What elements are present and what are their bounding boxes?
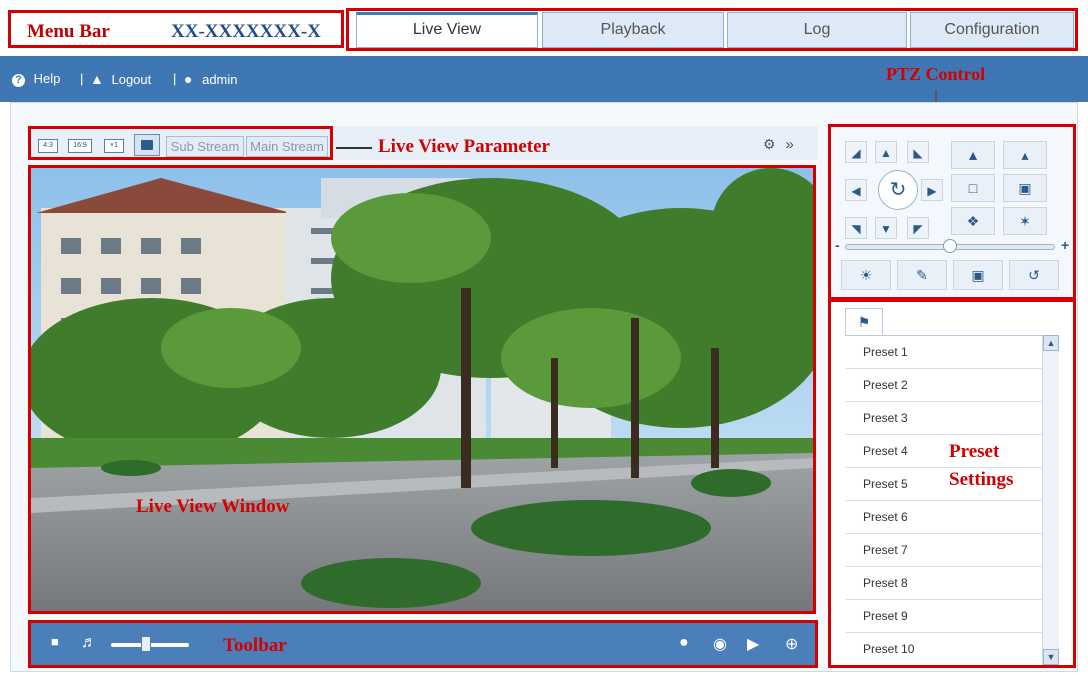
preset-settings-annotation: Preset Settings [949, 438, 1013, 494]
help-link[interactable]: ? Help [12, 71, 60, 87]
live-view-parameter-annotation: Live View Parameter [378, 136, 550, 157]
volume-slider-knob[interactable] [141, 636, 152, 652]
iris-open-button[interactable]: ❖ [951, 207, 995, 235]
preset-item[interactable]: Preset 3 [845, 402, 1059, 435]
scroll-down-icon[interactable]: ▼ [1043, 649, 1059, 665]
preset-item[interactable]: Preset 10 [845, 633, 1059, 665]
toolbar: ■ ♬ Toolbar ● ◉ ▶ ⊕ [28, 620, 818, 668]
live-view-parameter-line [336, 147, 372, 149]
expand-icon[interactable]: » [785, 136, 793, 153]
logout-link[interactable]: ▲ Logout [90, 71, 151, 87]
preset-item[interactable]: Preset 1 [845, 336, 1059, 369]
menu-bar-brand-frame: Menu Bar XX-XXXXXXX-X [8, 10, 344, 48]
zoom-out-button[interactable]: ▴ [1003, 141, 1047, 169]
view-icons: ⚙ » [763, 136, 794, 153]
volume-icon[interactable]: ♬ [81, 634, 97, 652]
ptz-down-left-button[interactable]: ◥ [845, 217, 867, 239]
ptz-left-button[interactable]: ◀ [845, 179, 867, 201]
preset-scrollbar[interactable]: ▲ ▼ [1042, 335, 1059, 665]
focus-near-button[interactable]: □ [951, 174, 995, 202]
record-icon[interactable]: ▶ [747, 634, 759, 654]
user-icon: ● [184, 71, 193, 87]
ptz-down-button[interactable]: ▼ [875, 217, 897, 239]
live-view-window-annotation: Live View Window [136, 496, 290, 517]
zoom-icon[interactable]: ⊕ [785, 634, 798, 654]
live-view-parameter-frame [28, 126, 333, 160]
focus-far-button[interactable]: ▣ [1003, 174, 1047, 202]
preset-list: Preset 1 Preset 2 Preset 3 Preset 4 Preset 5… [845, 335, 1059, 665]
ptz-up-left-button[interactable]: ◢ [845, 141, 867, 163]
preset-settings-annotation-line1: Preset [949, 441, 1000, 462]
one-touch-focus-button[interactable]: ▣ [953, 260, 1003, 290]
live-view-window[interactable]: Live View Window [28, 165, 816, 614]
logout-icon: ▲ [90, 71, 104, 87]
preset-settings-panel: ⚑ Preset 1 Preset 2 Preset 3 Preset 4 Preset… [828, 299, 1076, 668]
user-info: ● admin [184, 71, 238, 87]
preset-settings-annotation-line2: Settings [949, 469, 1014, 490]
scroll-up-icon[interactable]: ▲ [1043, 335, 1059, 351]
menu-bar: Menu Bar XX-XXXXXXX-X Live View Playback… [0, 0, 1088, 55]
root: Menu Bar XX-XXXXXXX-X Live View Playback… [0, 0, 1088, 678]
ptz-speed-slider-knob[interactable] [943, 239, 957, 253]
ptz-up-right-button[interactable]: ◣ [907, 141, 929, 163]
zoom-in-button[interactable]: ▲ [951, 141, 995, 169]
separator: | [80, 71, 84, 86]
stop-icon[interactable]: ■ [51, 634, 59, 649]
ptz-annotation: PTZ Control [886, 64, 986, 84]
help-icon: ? [12, 74, 25, 87]
ptz-auto-button[interactable]: ↻ [878, 170, 918, 210]
preset-item[interactable]: Preset 8 [845, 567, 1059, 600]
ptz-up-button[interactable]: ▲ [875, 141, 897, 163]
logout-label: Logout [111, 72, 152, 87]
preset-item[interactable]: Preset 6 [845, 501, 1059, 534]
ptz-right-button[interactable]: ▶ [921, 179, 943, 201]
preset-item[interactable]: Preset 7 [845, 534, 1059, 567]
lens-init-button[interactable]: ↺ [1009, 260, 1059, 290]
preset-tab[interactable]: ⚑ [845, 308, 883, 336]
iris-close-button[interactable]: ✶ [1003, 207, 1047, 235]
toolbar-annotation: Toolbar [223, 635, 287, 656]
speed-minus-icon[interactable]: - [835, 237, 840, 253]
user-name: admin [202, 72, 238, 87]
preset-item[interactable]: Preset 9 [845, 600, 1059, 633]
ptz-control-panel: ◢ ▲ ◣ ◀ ↻ ▶ ◥ ▼ ◤ ▲ ▴ □ ▣ ❖ ✶ - + ☀ ✎ ▣ … [828, 124, 1076, 300]
tab-frame [346, 8, 1078, 51]
light-button[interactable]: ☀ [841, 260, 891, 290]
device-model: XX-XXXXXXX-X [171, 21, 321, 42]
plugin-icon[interactable]: ⚙ [763, 136, 776, 152]
preset-item[interactable]: Preset 2 [845, 369, 1059, 402]
help-label: Help [33, 71, 61, 86]
speed-plus-icon[interactable]: + [1061, 237, 1069, 253]
ptz-down-right-button[interactable]: ◤ [907, 217, 929, 239]
wiper-button[interactable]: ✎ [897, 260, 947, 290]
menu-bar-annotation: Menu Bar [27, 21, 110, 42]
separator: | [173, 71, 177, 86]
microphone-icon[interactable]: ● [679, 634, 689, 652]
live-video-feed [31, 168, 813, 611]
capture-icon[interactable]: ◉ [713, 634, 727, 654]
